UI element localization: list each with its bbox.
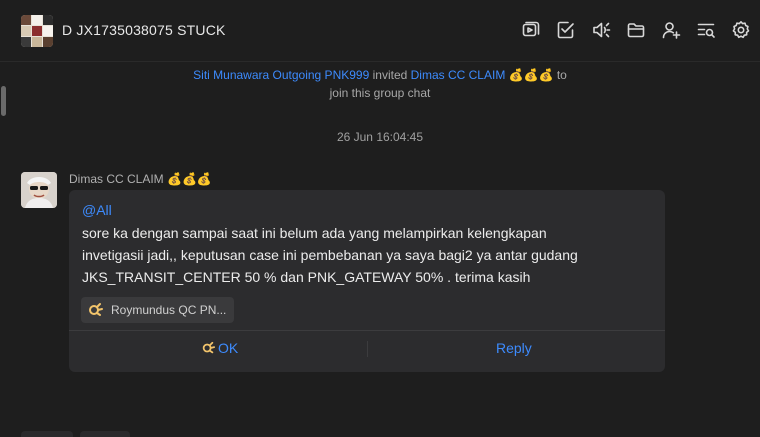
bottom-tab-1[interactable]	[21, 431, 73, 437]
chat-header: D JX1735038075 STUCK	[0, 0, 760, 62]
sender-name[interactable]: Dimas CC CLAIM 💰💰💰	[69, 172, 212, 186]
inviter-link[interactable]: Siti Munawara Outgoing PNK999	[193, 68, 369, 82]
add-member-icon[interactable]	[660, 19, 682, 41]
message-bubble: @All sore ka dengan sampai saat ini belu…	[69, 190, 665, 372]
speaker-icon[interactable]	[590, 19, 612, 41]
reply-button[interactable]: Reply	[496, 340, 532, 356]
ok-label: OK	[218, 340, 239, 356]
folder-icon[interactable]	[625, 19, 647, 41]
chat-title: D JX1735038075 STUCK	[62, 22, 226, 38]
reaction-user: Roymundus QC PN...	[111, 303, 227, 317]
message-line-1: sore ka dengan sampai saat ini belum ada…	[82, 225, 547, 241]
date-separator: 26 Jun 16:04:45	[336, 130, 424, 144]
invitee-link[interactable]: Dimas CC CLAIM 💰💰💰	[411, 68, 554, 82]
sender-avatar[interactable]	[21, 172, 57, 208]
invited-text: invited	[372, 68, 408, 82]
scrollbar-thumb[interactable]	[1, 86, 6, 116]
action-separator	[367, 341, 368, 357]
mention-all[interactable]: @All	[82, 202, 112, 218]
settings-icon[interactable]	[730, 19, 752, 41]
system-tail-text: to	[556, 68, 567, 82]
search-list-icon[interactable]	[695, 19, 717, 41]
group-avatar[interactable]	[21, 15, 53, 47]
checklist-icon[interactable]	[555, 19, 577, 41]
system-message: Siti Munawara Outgoing PNK999 invited Di…	[150, 66, 610, 102]
reaction-chip[interactable]: Roymundus QC PN...	[81, 297, 235, 323]
header-toolbar	[520, 19, 752, 41]
ok-button[interactable]: OK	[201, 340, 238, 356]
ok-hand-icon	[202, 341, 215, 354]
ok-hand-icon	[89, 303, 103, 316]
action-divider	[69, 330, 665, 331]
message-line-3: JKS_TRANSIT_CENTER 50 % dan PNK_GATEWAY …	[82, 269, 531, 285]
system-line2: join this group chat	[329, 86, 431, 100]
bottom-tab-2[interactable]	[80, 431, 130, 437]
message-line-2: invetigasii jadi,, keputusan case ini pe…	[82, 247, 578, 263]
video-icon[interactable]	[520, 19, 542, 41]
